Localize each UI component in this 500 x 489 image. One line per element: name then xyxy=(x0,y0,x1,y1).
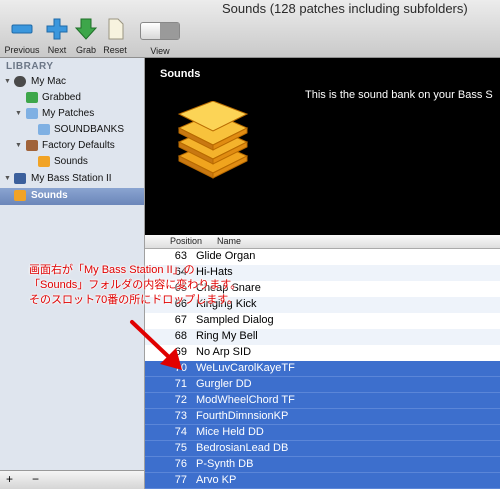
column-header-name[interactable]: Name xyxy=(217,236,241,246)
sidebar-item-label: My Patches xyxy=(42,108,95,119)
view-label: View xyxy=(150,46,170,56)
view-control[interactable]: View xyxy=(138,20,182,56)
column-header-position[interactable]: Position xyxy=(170,236,202,246)
table-row-selected[interactable]: 77 Arvo KP xyxy=(145,473,500,489)
disclosure-triangle-icon[interactable]: ▼ xyxy=(15,110,22,117)
row-name: No Arp SID xyxy=(196,346,252,358)
document-icon xyxy=(108,18,124,40)
sidebar-bottom-bar: + − xyxy=(0,470,144,489)
row-name: FourthDimnsionKP xyxy=(196,410,289,422)
sounds-icon xyxy=(14,190,26,201)
table-row[interactable]: 68 Ring My Bell xyxy=(145,329,500,345)
panel-description: This is the sound bank on your Bass S xyxy=(305,89,493,101)
annotation-line: 画面右が「My Bass Station II」の xyxy=(29,264,195,276)
disclosure-triangle-icon[interactable]: ▼ xyxy=(4,78,11,85)
sound-bank-stack-icon xyxy=(177,101,249,179)
reset-label: Reset xyxy=(103,45,127,55)
factory-icon xyxy=(26,140,38,151)
row-name: WeLuvCarolKayeTF xyxy=(196,362,295,374)
sidebar-item-factory-defaults[interactable]: ▼ Factory Defaults xyxy=(0,139,144,154)
row-position: 76 xyxy=(174,458,187,470)
row-position: 63 xyxy=(174,250,187,262)
row-name: BedrosianLead DB xyxy=(196,442,289,454)
sidebar-item-soundbanks[interactable]: SOUNDBANKS xyxy=(0,123,144,138)
row-name: Glide Organ xyxy=(196,250,256,262)
synth-icon xyxy=(14,173,26,184)
bank-icon xyxy=(38,124,50,135)
annotation-line: 「Sounds」フォルダの内容に変わります。 xyxy=(29,279,242,291)
down-arrow-icon xyxy=(74,18,98,40)
folder-icon xyxy=(26,108,38,119)
row-name: Sampled Dialog xyxy=(196,314,274,326)
table-row-selected[interactable]: 76 P-Synth DB xyxy=(145,457,500,473)
disclosure-triangle-icon[interactable]: ▼ xyxy=(15,142,22,149)
sidebar-item-label: My Mac xyxy=(31,76,66,87)
sidebar-item-device-sounds[interactable]: Sounds xyxy=(0,188,144,205)
toolbar: Sounds (128 patches including subfolders… xyxy=(0,0,500,58)
minus-icon xyxy=(11,24,33,34)
row-position: 75 xyxy=(174,442,187,454)
sidebar-item-label: Sounds xyxy=(54,156,88,167)
sidebar-header: LIBRARY xyxy=(6,61,54,72)
sidebar-item-my-bass-station[interactable]: ▼ My Bass Station II xyxy=(0,172,144,187)
row-position: 77 xyxy=(174,474,187,486)
row-position: 74 xyxy=(174,426,187,438)
plus-icon xyxy=(46,18,68,40)
sidebar-item-factory-sounds[interactable]: Sounds xyxy=(0,155,144,170)
row-name: Ring My Bell xyxy=(196,330,258,342)
row-name: Gurgler DD xyxy=(196,378,252,390)
previous-button[interactable]: Previous xyxy=(4,18,40,55)
table-row-selected[interactable]: 75 BedrosianLead DB xyxy=(145,441,500,457)
row-position: 73 xyxy=(174,410,187,422)
row-position: 72 xyxy=(174,394,187,406)
grab-folder-icon xyxy=(26,92,38,103)
sound-bank-panel: Sounds This is the sound bank on your Ba… xyxy=(145,58,500,235)
sidebar-item-label: My Bass Station II xyxy=(31,173,112,184)
view-segmented-control[interactable] xyxy=(140,22,180,40)
sounds-icon xyxy=(38,156,50,167)
row-name: Arvo KP xyxy=(196,474,237,486)
sidebar-item-label: SOUNDBANKS xyxy=(54,124,125,135)
grab-label: Grab xyxy=(75,45,96,55)
table-row-selected[interactable]: 72 ModWheelChord TF xyxy=(145,393,500,409)
row-name: ModWheelChord TF xyxy=(196,394,295,406)
table-row-selected[interactable]: 70WeLuvCarolKayeTF xyxy=(145,361,500,377)
sidebar-item-my-mac[interactable]: ▼ My Mac xyxy=(0,75,144,90)
apple-icon xyxy=(14,76,26,87)
table-header: Position Name xyxy=(145,235,500,249)
table-row[interactable]: 67 Sampled Dialog xyxy=(145,313,500,329)
sidebar-item-grabbed[interactable]: Grabbed xyxy=(0,91,144,106)
previous-label: Previous xyxy=(4,45,40,55)
remove-button[interactable]: − xyxy=(32,472,39,486)
table-row-selected[interactable]: 73 FourthDimnsionKP xyxy=(145,409,500,425)
disclosure-triangle-icon[interactable]: ▼ xyxy=(4,175,11,182)
red-arrow-icon xyxy=(130,320,182,370)
annotation-line: そのスロット70番の所にドロップします。 xyxy=(29,294,239,306)
row-name: Mice Held DD xyxy=(196,426,264,438)
sidebar-item-label: Factory Defaults xyxy=(42,140,115,151)
row-name: P-Synth DB xyxy=(196,458,254,470)
sidebar-item-my-patches[interactable]: ▼ My Patches xyxy=(0,107,144,122)
annotation-text: 画面右が「My Bass Station II」の 「Sounds」フォルダの内… xyxy=(29,263,241,308)
table-row-selected[interactable]: 74 Mice Held DD xyxy=(145,425,500,441)
window-title: Sounds (128 patches including subfolders… xyxy=(222,1,468,16)
add-button[interactable]: + xyxy=(6,472,13,486)
row-position: 71 xyxy=(174,378,187,390)
sidebar-item-label: Grabbed xyxy=(42,92,81,103)
next-button[interactable]: Next xyxy=(43,18,71,55)
grab-button[interactable]: Grab xyxy=(73,18,99,55)
table-row[interactable]: 69 No Arp SID xyxy=(145,345,500,361)
panel-title: Sounds xyxy=(160,68,201,80)
next-label: Next xyxy=(47,45,67,55)
sidebar-item-label: Sounds xyxy=(31,190,68,201)
table-row-selected[interactable]: 71 Gurgler DD xyxy=(145,377,500,393)
reset-button[interactable]: Reset xyxy=(101,18,129,55)
